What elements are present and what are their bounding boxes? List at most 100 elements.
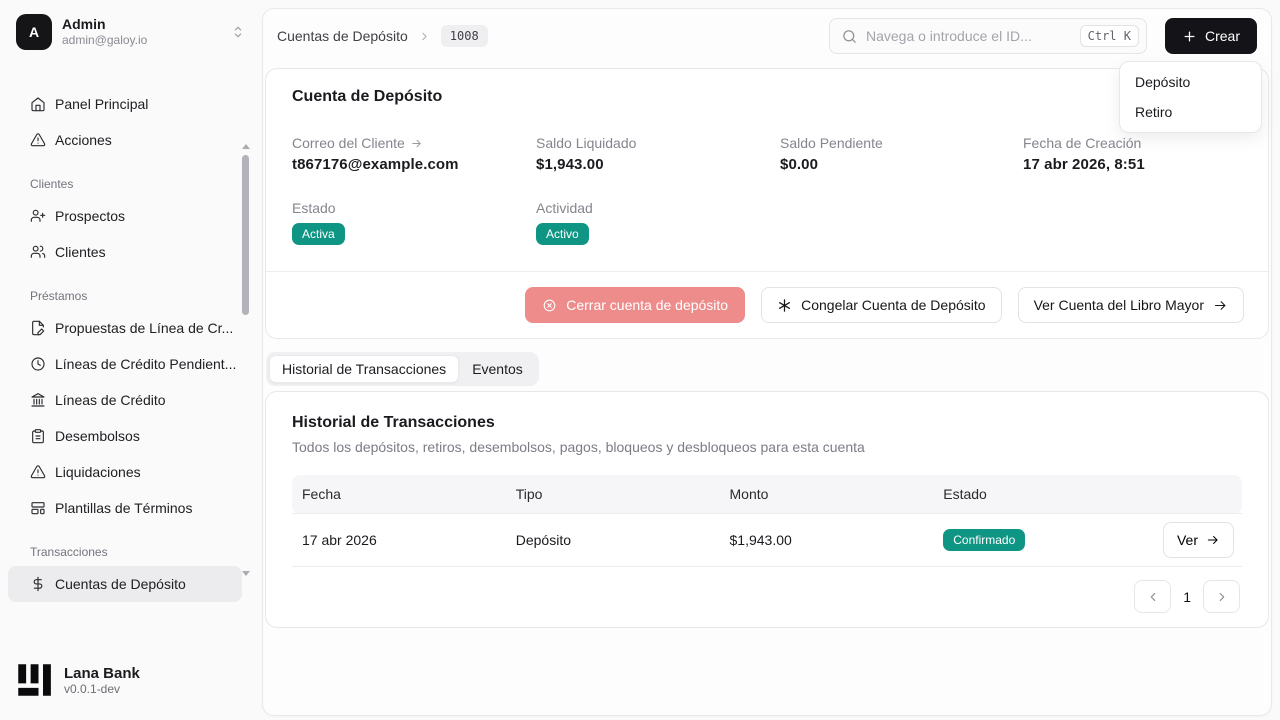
sidebar-section-prestamos: Préstamos	[30, 289, 88, 303]
sidebar-item-prospectos[interactable]: Prospectos	[8, 198, 242, 234]
create-button[interactable]: Crear	[1164, 18, 1257, 54]
sidebar-item-plantillas[interactable]: Plantillas de Términos	[8, 490, 242, 526]
brand-name: Lana Bank	[64, 664, 140, 682]
content-tabs: Historial de Transacciones Eventos	[266, 352, 539, 386]
sidebar-nav: Panel Principal Acciones Clientes Prospe…	[0, 60, 262, 648]
file-pen-icon	[30, 320, 46, 336]
cell-tipo: Depósito	[505, 513, 720, 567]
avatar: A	[16, 14, 52, 50]
cell-monto: $1,943.00	[719, 513, 934, 567]
activity-badge: Activo	[536, 223, 589, 245]
sidebar-item-lineas-pendientes[interactable]: Líneas de Crédito Pendient...	[8, 346, 242, 382]
sidebar-item-label: Desembolsos	[55, 428, 140, 444]
sidebar-footer: Lana Bank v0.0.1-dev	[0, 648, 262, 720]
sidebar-section-transacciones: Transacciones	[30, 545, 108, 559]
menu-item-deposito[interactable]: Depósito	[1125, 67, 1256, 97]
created-date-value: 17 abr 2026, 8:51	[1023, 156, 1145, 173]
sidebar-item-acciones[interactable]: Acciones	[8, 122, 242, 158]
user-menu[interactable]: A Admin admin@galoy.io	[0, 0, 262, 60]
col-tipo: Tipo	[505, 475, 720, 514]
col-fecha: Fecha	[292, 475, 506, 514]
sidebar-item-desembolsos[interactable]: Desembolsos	[8, 418, 242, 454]
field-fecha-creacion: Fecha de Creación 17 abr 2026, 8:51	[1023, 135, 1242, 173]
field-estado: Estado Activa	[292, 200, 536, 245]
menu-item-retiro[interactable]: Retiro	[1125, 97, 1256, 127]
field-saldo-pendiente: Saldo Pendiente $0.00	[780, 135, 1023, 173]
customer-email-value: t867176@example.com	[292, 156, 459, 173]
brand-version: v0.0.1-dev	[64, 681, 121, 696]
field-correo-cliente: Correo del Cliente t867176@example.com	[292, 135, 536, 173]
close-account-button[interactable]: Cerrar cuenta de depósito	[525, 287, 746, 323]
layout-template-icon	[30, 500, 46, 516]
plus-icon	[1182, 29, 1197, 44]
global-search[interactable]: Ctrl K	[828, 18, 1147, 54]
sidebar-item-panel-principal[interactable]: Panel Principal	[8, 86, 242, 122]
field-saldo-liquidado: Saldo Liquidado $1,943.00	[536, 135, 780, 173]
sidebar-item-clientes[interactable]: Clientes	[8, 234, 242, 270]
sidebar-item-label: Cuentas de Depósito	[55, 576, 186, 592]
tab-historial-transacciones[interactable]: Historial de Transacciones	[269, 355, 460, 383]
sidebar-item-cuentas-deposito[interactable]: Cuentas de Depósito	[8, 566, 242, 602]
create-dropdown-menu: Depósito Retiro	[1119, 61, 1262, 133]
search-input[interactable]	[865, 28, 1072, 44]
clipboard-icon	[30, 428, 46, 444]
field-actividad: Actividad Activo	[536, 200, 780, 245]
sidebar: A Admin admin@galoy.io Panel Principal A…	[0, 0, 262, 720]
sidebar-item-label: Prospectos	[55, 208, 126, 224]
chevrons-up-down-icon	[230, 24, 246, 40]
arrow-right-icon	[1206, 533, 1220, 547]
view-transaction-button[interactable]: Ver	[1162, 522, 1234, 558]
page-number: 1	[1183, 588, 1191, 605]
main-panel: Cuentas de Depósito 1008 Ctrl K Crear De…	[262, 8, 1272, 716]
table-row: 17 abr 2026 Depósito $1,943.00 Confirmad…	[292, 513, 1242, 567]
sidebar-item-lineas-credito[interactable]: Líneas de Crédito	[8, 382, 242, 418]
transactions-title: Historial de Transacciones	[292, 414, 495, 431]
sidebar-item-propuestas[interactable]: Propuestas de Línea de Cr...	[8, 310, 242, 346]
landmark-icon	[30, 392, 46, 408]
search-icon	[841, 28, 858, 45]
view-ledger-button[interactable]: Ver Cuenta del Libro Mayor	[1017, 287, 1244, 323]
sidebar-item-label: Liquidaciones	[55, 464, 141, 480]
pagination: 1	[292, 567, 1242, 615]
sidebar-item-label: Líneas de Crédito Pendient...	[55, 356, 237, 372]
customer-email-link[interactable]: Correo del Cliente	[292, 135, 536, 151]
sidebar-item-label: Clientes	[55, 244, 106, 260]
scroll-up-icon[interactable]	[242, 144, 250, 149]
sidebar-section-clientes: Clientes	[30, 177, 74, 191]
transactions-card: Historial de Transacciones Todos los dep…	[265, 391, 1269, 628]
account-actions: Cerrar cuenta de depósito Congelar Cuent…	[266, 271, 1268, 338]
freeze-account-button[interactable]: Congelar Cuenta de Depósito	[761, 287, 1002, 323]
prev-page-button[interactable]	[1134, 580, 1172, 613]
next-page-button[interactable]	[1203, 580, 1240, 613]
snowflake-icon	[777, 298, 792, 313]
status-badge: Activa	[292, 223, 345, 245]
user-name: Admin	[62, 15, 106, 32]
user-email: admin@galoy.io	[62, 33, 148, 48]
cell-fecha: 17 abr 2026	[292, 513, 506, 567]
col-estado: Estado	[933, 475, 1147, 514]
chevron-right-icon	[418, 30, 431, 43]
alert-triangle-icon	[30, 132, 46, 148]
sidebar-item-label: Plantillas de Términos	[55, 500, 193, 516]
breadcrumb: Cuentas de Depósito 1008	[277, 25, 488, 47]
sidebar-item-label: Líneas de Crédito	[55, 392, 166, 408]
tx-status-badge: Confirmado	[943, 529, 1026, 551]
alert-triangle-icon	[30, 464, 46, 480]
col-monto: Monto	[719, 475, 934, 514]
sidebar-item-label: Propuestas de Línea de Cr...	[55, 320, 234, 336]
chevron-right-icon	[1215, 590, 1229, 604]
sidebar-scrollbar[interactable]	[241, 144, 251, 576]
sidebar-item-liquidaciones[interactable]: Liquidaciones	[8, 454, 242, 490]
sidebar-item-label: Acciones	[55, 132, 112, 148]
scroll-down-icon[interactable]	[242, 571, 250, 576]
transactions-table: Fecha Tipo Monto Estado 17 abr 2026 Depó…	[292, 475, 1242, 567]
tab-eventos[interactable]: Eventos	[459, 355, 536, 383]
dollar-icon	[30, 576, 46, 592]
arrow-right-icon	[410, 137, 423, 150]
arrow-right-icon	[1213, 298, 1228, 313]
scrollbar-thumb[interactable]	[242, 155, 249, 315]
home-icon	[30, 96, 46, 112]
search-shortcut-kbd: Ctrl K	[1079, 25, 1139, 47]
breadcrumb-link-cuentas[interactable]: Cuentas de Depósito	[277, 28, 408, 44]
chevron-left-icon	[1146, 590, 1160, 604]
